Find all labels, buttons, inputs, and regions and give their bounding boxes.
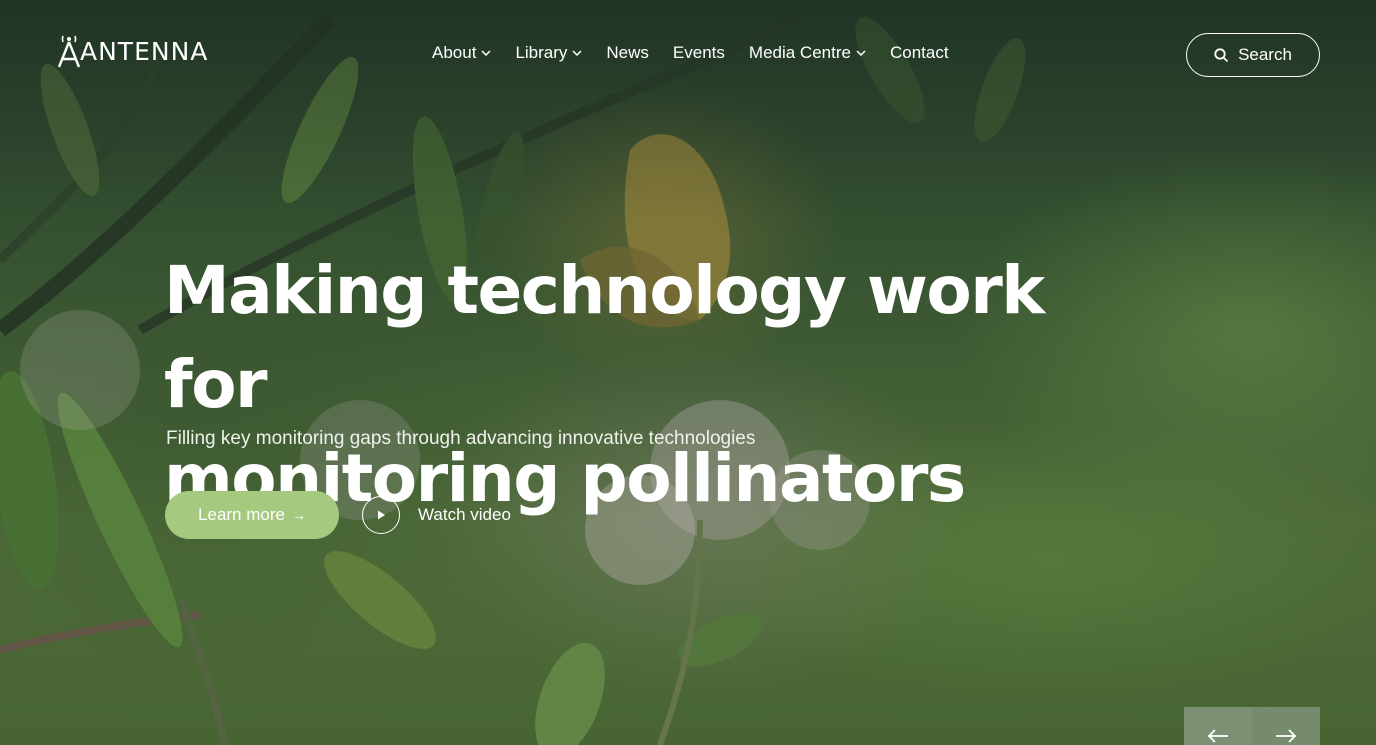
nav-item-label: Contact <box>889 43 949 62</box>
next-slide-button[interactable] <box>1252 707 1320 745</box>
nav-item-label: Events <box>672 43 725 62</box>
main-nav: About Library News Events Media Centre C… <box>432 43 973 63</box>
nav-item-news[interactable]: News <box>606 43 649 63</box>
watch-video-button[interactable]: Watch video <box>362 496 511 534</box>
brand-name: ANTENNA <box>80 36 209 66</box>
search-icon <box>1214 47 1229 62</box>
site-header: ANTENNA About Library News Events Media … <box>0 0 1376 110</box>
arrow-right-icon: → <box>291 507 306 523</box>
previous-slide-button[interactable] <box>1184 707 1252 745</box>
nav-item-label: News <box>606 43 649 62</box>
hero-headline: Making technology work for monitoring po… <box>164 244 1064 526</box>
antenna-tower-icon <box>57 35 81 68</box>
chevron-down-icon <box>856 50 866 56</box>
search-button-label: Search <box>1238 45 1292 64</box>
play-button[interactable] <box>362 496 400 534</box>
hero-headline-line-1: Making technology work for <box>164 252 1045 423</box>
nav-item-media-centre[interactable]: Media Centre <box>749 43 866 63</box>
nav-item-contact[interactable]: Contact <box>890 43 949 63</box>
watch-video-label: Watch video <box>418 505 511 524</box>
arrow-right-icon <box>1276 729 1297 743</box>
search-button[interactable]: Search <box>1186 33 1320 77</box>
nav-item-label: Library <box>515 43 568 62</box>
nav-item-about[interactable]: About <box>432 43 491 63</box>
learn-more-label: Learn more <box>198 505 285 524</box>
hero-subheadline: Filling key monitoring gaps through adva… <box>166 428 756 449</box>
nav-item-events[interactable]: Events <box>673 43 725 63</box>
brand-logo[interactable]: ANTENNA <box>56 34 208 68</box>
arrow-left-icon <box>1207 729 1228 743</box>
chevron-down-icon <box>481 50 491 56</box>
nav-item-label: About <box>432 43 477 62</box>
chevron-down-icon <box>572 50 582 56</box>
play-icon <box>378 510 385 520</box>
slider-controls <box>1184 707 1320 745</box>
learn-more-button[interactable]: Learn more → <box>165 491 339 539</box>
hero-section: ANTENNA About Library News Events Media … <box>0 0 1376 745</box>
nav-item-label: Media Centre <box>748 43 851 62</box>
nav-item-library[interactable]: Library <box>515 43 582 63</box>
